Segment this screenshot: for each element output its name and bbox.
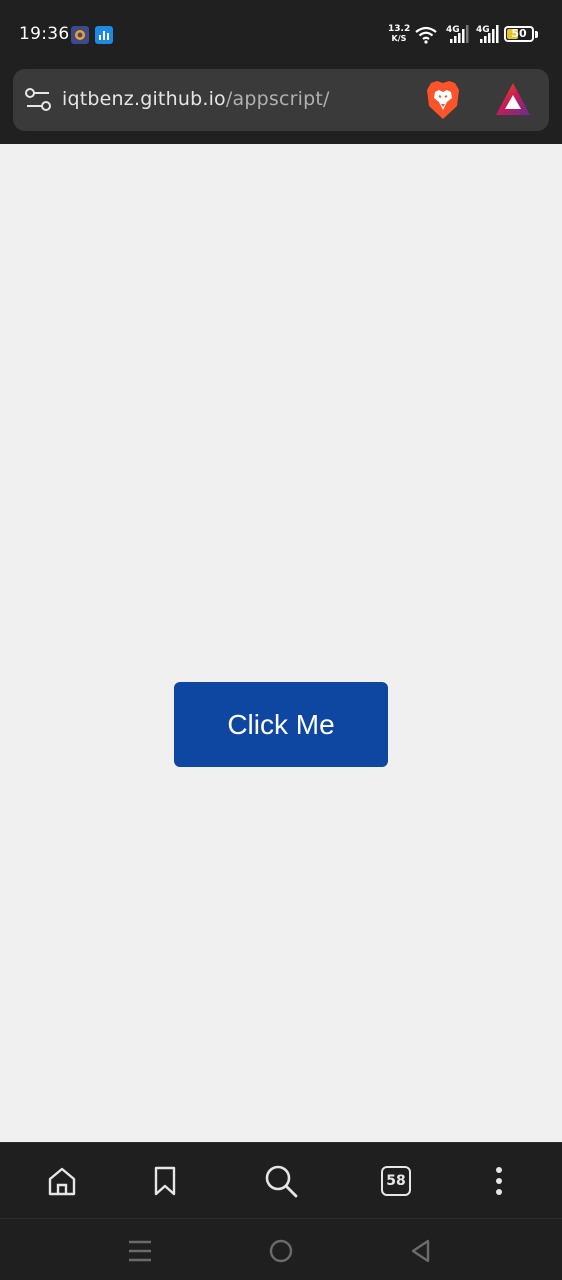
click-me-button[interactable]: Click Me — [174, 682, 388, 767]
home-circle-icon[interactable] — [265, 1235, 297, 1267]
tune-icon[interactable] — [25, 88, 51, 116]
tabs-icon[interactable]: 58 — [376, 1161, 416, 1201]
battery-tip — [535, 31, 538, 38]
brave-rewards-triangle-icon[interactable] — [495, 82, 531, 120]
recents-icon[interactable] — [124, 1235, 156, 1267]
app-notification-icon — [71, 26, 89, 44]
status-time: 19:36 — [19, 24, 70, 44]
tab-count: 58 — [381, 1166, 411, 1196]
url-path: /appscript/ — [225, 88, 330, 110]
network-speed: 13.2 K/S — [388, 24, 410, 44]
signal2-label: 4G — [476, 25, 490, 35]
address-bar[interactable]: iqtbenz.github.io/appscript/ — [13, 69, 549, 131]
signal1-label: 4G — [446, 25, 460, 35]
more-icon[interactable] — [479, 1161, 519, 1201]
url-text[interactable]: iqtbenz.github.io/appscript/ — [62, 88, 330, 110]
brave-lion-icon[interactable] — [425, 80, 461, 124]
browser-toolbar: 58 — [0, 1142, 562, 1218]
search-icon[interactable] — [261, 1161, 301, 1201]
home-icon[interactable] — [42, 1161, 82, 1201]
system-navigation-bar — [0, 1218, 562, 1280]
network-speed-unit: K/S — [391, 34, 407, 43]
battery-percent: 50 — [511, 27, 527, 40]
battery-icon: 50 — [504, 26, 534, 42]
back-triangle-icon[interactable] — [405, 1235, 437, 1267]
cell-signal-1-icon: 4G — [446, 24, 470, 48]
wifi-icon — [415, 26, 437, 48]
network-speed-value: 13.2 — [388, 24, 411, 34]
web-page-content: Click Me — [0, 144, 562, 1142]
stats-notification-icon — [95, 26, 113, 44]
status-bar: 19:36 13.2 K/S 4G 4G 50 — [0, 0, 562, 70]
url-domain: iqtbenz.github.io — [62, 88, 226, 110]
cell-signal-2-icon: 4G — [476, 24, 500, 48]
bookmark-icon[interactable] — [145, 1161, 185, 1201]
